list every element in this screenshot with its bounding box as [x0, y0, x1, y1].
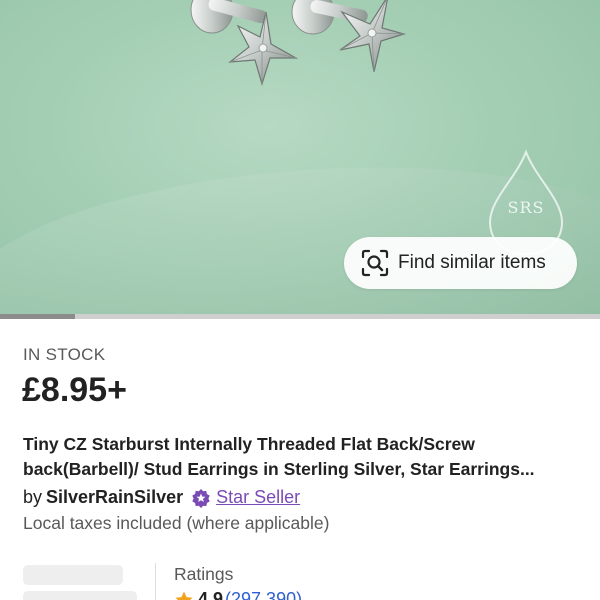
rating-value: 4.9: [198, 589, 224, 600]
seller-row: by SilverRainSilver Star Seller: [23, 487, 300, 508]
rating-row[interactable]: 4.9 (297,390): [174, 589, 302, 600]
taxes-note: Local taxes included (where applicable): [23, 513, 330, 533]
loading-placeholder: [23, 565, 123, 585]
visual-search-icon: [361, 249, 389, 277]
find-similar-label: Find similar items: [398, 252, 546, 273]
product-image[interactable]: SRS Find similar items: [0, 0, 600, 316]
star-seller-link[interactable]: Star Seller: [216, 487, 300, 508]
stock-status: IN STOCK: [23, 345, 106, 364]
ratings-label: Ratings: [174, 564, 234, 584]
right-earring: [291, 0, 407, 73]
loading-placeholder: [23, 591, 137, 600]
star-icon: [175, 591, 193, 600]
find-similar-button[interactable]: Find similar items: [344, 237, 577, 289]
shop-name-link[interactable]: SilverRainSilver: [46, 487, 183, 508]
watermark-text: SRS: [507, 198, 545, 217]
left-earring: [190, 0, 299, 87]
price: £8.95+: [22, 371, 127, 409]
listing-title-line: Tiny CZ Starburst Internally Threaded Fl…: [23, 434, 475, 454]
star-seller-badge-icon: [192, 488, 210, 508]
listing-title: Tiny CZ Starburst Internally Threaded Fl…: [23, 432, 583, 482]
listing-title-line: back(Barbell)/ Stud Earrings in Sterling…: [23, 459, 535, 479]
image-carousel-indicator[interactable]: [0, 314, 75, 319]
divider: [155, 563, 156, 600]
by-label: by: [23, 487, 43, 507]
ratings-count-link[interactable]: (297,390): [225, 589, 302, 600]
image-carousel-track[interactable]: [0, 314, 600, 319]
